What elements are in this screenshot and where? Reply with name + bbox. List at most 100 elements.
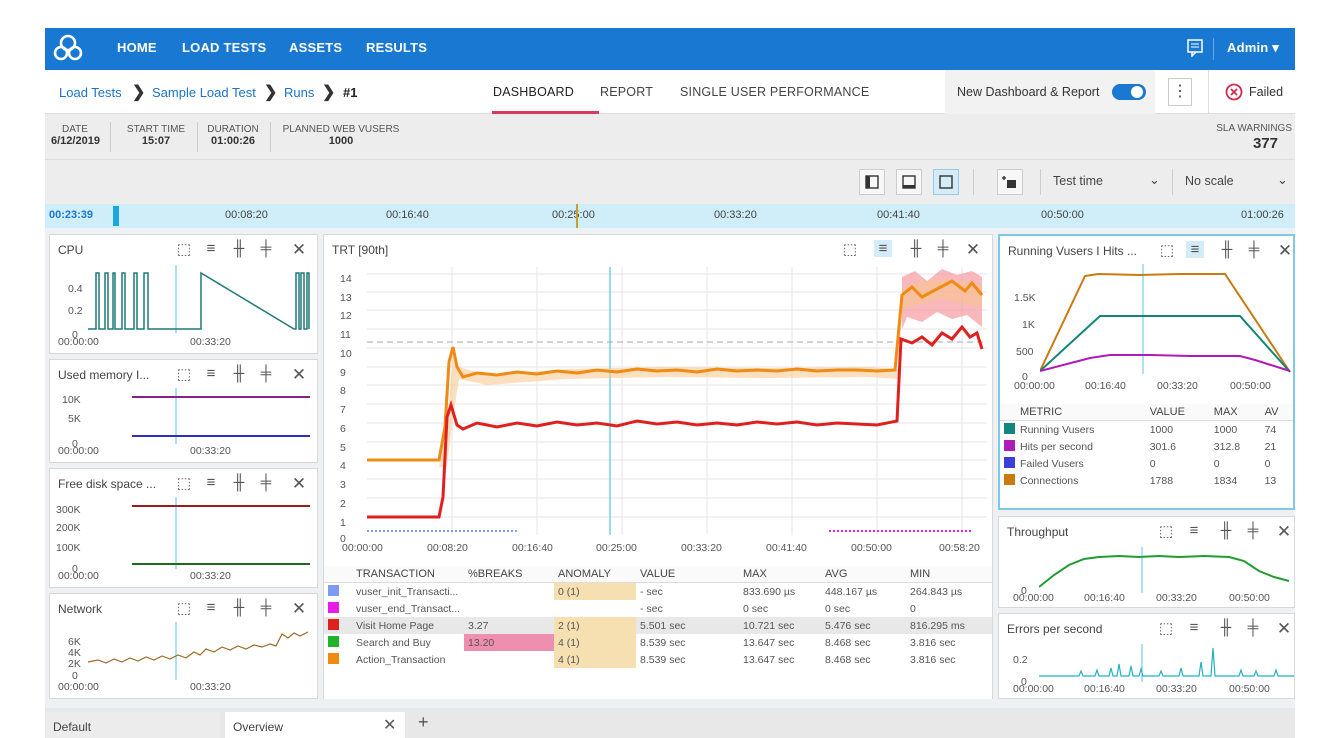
split-horizontal-icon[interactable]: ╪ (257, 474, 275, 491)
table-cell-value: 1788 (1149, 474, 1174, 487)
tab-single-user-performance[interactable]: SINGLE USER PERFORMANCE (680, 85, 869, 99)
legend-list-icon[interactable]: ≡ (202, 474, 220, 491)
y-tick: 12 (340, 310, 352, 322)
split-horizontal-icon[interactable]: ╪ (257, 365, 275, 382)
split-vertical-icon[interactable]: ╫ (230, 474, 248, 491)
close-icon[interactable]: ✕ (290, 474, 308, 494)
table-row[interactable]: Visit Home Page 3.27 2 (1) 5.501 sec 10.721 … (324, 617, 992, 634)
table-header[interactable]: MIN (906, 566, 992, 583)
table-row[interactable]: vuser_end_Transact... - sec 0 sec 0 sec 0 (324, 600, 992, 617)
sla-warnings-summary[interactable]: SLA WARNINGS 377 (1200, 123, 1292, 152)
close-icon[interactable]: ✕ (290, 240, 308, 260)
user-menu[interactable]: Admin ▾ (1227, 40, 1279, 56)
cloud-logo-icon[interactable] (53, 32, 83, 64)
split-vertical-icon[interactable]: ╫ (230, 365, 248, 382)
close-icon[interactable]: ✕ (1275, 522, 1293, 542)
chart-type-icon[interactable]: ⬚ (1157, 522, 1175, 540)
table-row[interactable]: Action_Transaction 4 (1) 8.539 sec 13.647 s… (324, 651, 992, 668)
tab-report[interactable]: REPORT (600, 85, 653, 99)
close-icon[interactable]: ✕ (1276, 241, 1294, 261)
table-cell-avg: 448.167 µs (825, 585, 878, 598)
nav-home[interactable]: HOME (117, 40, 157, 55)
metric-name: Running Vusers (1020, 424, 1095, 436)
nav-load-tests[interactable]: LOAD TESTS (182, 40, 266, 55)
breadcrumb-load-tests[interactable]: Load Tests (59, 85, 122, 100)
close-icon[interactable]: ✕ (290, 365, 308, 385)
split-horizontal-icon[interactable]: ╪ (934, 240, 952, 257)
nav-results[interactable]: RESULTS (366, 40, 427, 55)
split-vertical-icon[interactable]: ╫ (1217, 522, 1235, 539)
feedback-icon[interactable] (1187, 39, 1203, 57)
split-horizontal-icon[interactable]: ╪ (257, 240, 275, 257)
layout-left-icon[interactable] (859, 169, 885, 195)
add-widget-icon[interactable] (997, 169, 1023, 195)
legend-list-icon[interactable]: ≡ (202, 365, 220, 382)
add-tab-icon[interactable]: + (418, 712, 429, 733)
x-tick: 00:33:20 (190, 336, 231, 348)
split-horizontal-icon[interactable]: ╪ (1245, 241, 1263, 258)
tab-default[interactable]: Default (45, 712, 220, 738)
time-mode-dropdown[interactable]: Test time ⌄ (1040, 169, 1166, 195)
nav-assets[interactable]: ASSETS (289, 40, 342, 55)
scale-dropdown[interactable]: No scale ⌄ (1172, 169, 1295, 195)
divider (270, 122, 271, 152)
table-header[interactable]: METRIC (1000, 404, 1146, 421)
split-vertical-icon[interactable]: ╫ (230, 599, 248, 616)
split-horizontal-icon[interactable]: ╪ (257, 599, 275, 616)
layout-bottom-icon[interactable] (896, 169, 922, 195)
table-cell-breaks: 3.27 (468, 619, 489, 632)
legend-list-icon[interactable]: ≡ (202, 599, 220, 616)
chart-type-icon[interactable]: ⬚ (841, 240, 859, 258)
close-icon[interactable]: ✕ (1275, 619, 1293, 639)
chart-type-icon[interactable]: ⬚ (1157, 619, 1175, 637)
split-vertical-icon[interactable]: ╫ (1217, 619, 1235, 636)
table-header[interactable]: VALUE (1145, 404, 1210, 421)
dashboard-toolbar: Test time ⌄ No scale ⌄ (45, 160, 1295, 204)
layout-full-icon[interactable] (933, 169, 959, 195)
table-header[interactable]: %BREAKS (464, 566, 554, 583)
table-header[interactable]: ANOMALY (554, 566, 636, 583)
chart-type-icon[interactable]: ⬚ (175, 474, 193, 492)
table-row[interactable]: Failed Vusers 0 0 0 (1000, 455, 1293, 472)
legend-list-icon[interactable]: ≡ (1185, 619, 1203, 636)
chart-type-icon[interactable]: ⬚ (175, 240, 193, 258)
breadcrumb-runs[interactable]: Runs (284, 85, 314, 100)
y-tick: 1K (1022, 319, 1035, 331)
table-header[interactable]: MAX (739, 566, 821, 583)
table-header[interactable]: TRANSACTION (352, 566, 464, 583)
tab-dashboard[interactable]: DASHBOARD (493, 85, 574, 99)
new-dashboard-toggle[interactable] (1112, 84, 1146, 100)
split-vertical-icon[interactable]: ╫ (907, 240, 925, 257)
chart-type-icon[interactable]: ⬚ (1158, 241, 1176, 259)
legend-list-icon[interactable]: ≡ (1185, 522, 1203, 539)
table-row[interactable]: Search and Buy 13.20 4 (1) 8.539 sec 13.647 … (324, 634, 992, 651)
chart-type-icon[interactable]: ⬚ (175, 599, 193, 617)
close-icon[interactable]: ✕ (964, 240, 982, 260)
timeline-handle[interactable] (113, 206, 119, 226)
split-vertical-icon[interactable]: ╫ (1218, 241, 1236, 258)
split-horizontal-icon[interactable]: ╪ (1244, 522, 1262, 539)
table-header[interactable]: AV (1260, 404, 1293, 421)
x-tick: 00:33:20 (190, 681, 231, 693)
split-vertical-icon[interactable]: ╫ (230, 240, 248, 257)
timeline-slider[interactable]: 00:23:39 00:08:20 00:16:40 00:25:00 00:3… (45, 204, 1295, 228)
table-row[interactable]: vuser_init_Transacti... 0 (1) - sec 833.690… (324, 582, 992, 600)
table-header[interactable]: MAX (1209, 404, 1261, 421)
more-options-icon[interactable]: ⋮ (1168, 78, 1192, 106)
legend-list-icon[interactable]: ≡ (1186, 241, 1204, 258)
table-row[interactable]: Running Vusers 1000 1000 74 (1000, 421, 1293, 439)
close-icon[interactable]: ✕ (290, 599, 308, 619)
breadcrumb-sample-load-test[interactable]: Sample Load Test (152, 85, 256, 100)
split-horizontal-icon[interactable]: ╪ (1244, 619, 1262, 636)
table-row[interactable]: Hits per second 301.6 312.8 21 (1000, 438, 1293, 455)
chart-type-icon[interactable]: ⬚ (175, 365, 193, 383)
y-tick: 9 (340, 367, 346, 379)
table-header[interactable]: AVG (821, 566, 906, 583)
table-row[interactable]: Connections 1788 1834 13 (1000, 472, 1293, 489)
tab-overview[interactable]: Overview ✕ (225, 712, 405, 738)
table-cell-avg: 8.468 sec (825, 636, 871, 649)
legend-list-icon[interactable]: ≡ (874, 240, 892, 257)
close-icon[interactable]: ✕ (383, 715, 396, 735)
table-header[interactable]: VALUE (636, 566, 739, 583)
legend-list-icon[interactable]: ≡ (202, 240, 220, 257)
